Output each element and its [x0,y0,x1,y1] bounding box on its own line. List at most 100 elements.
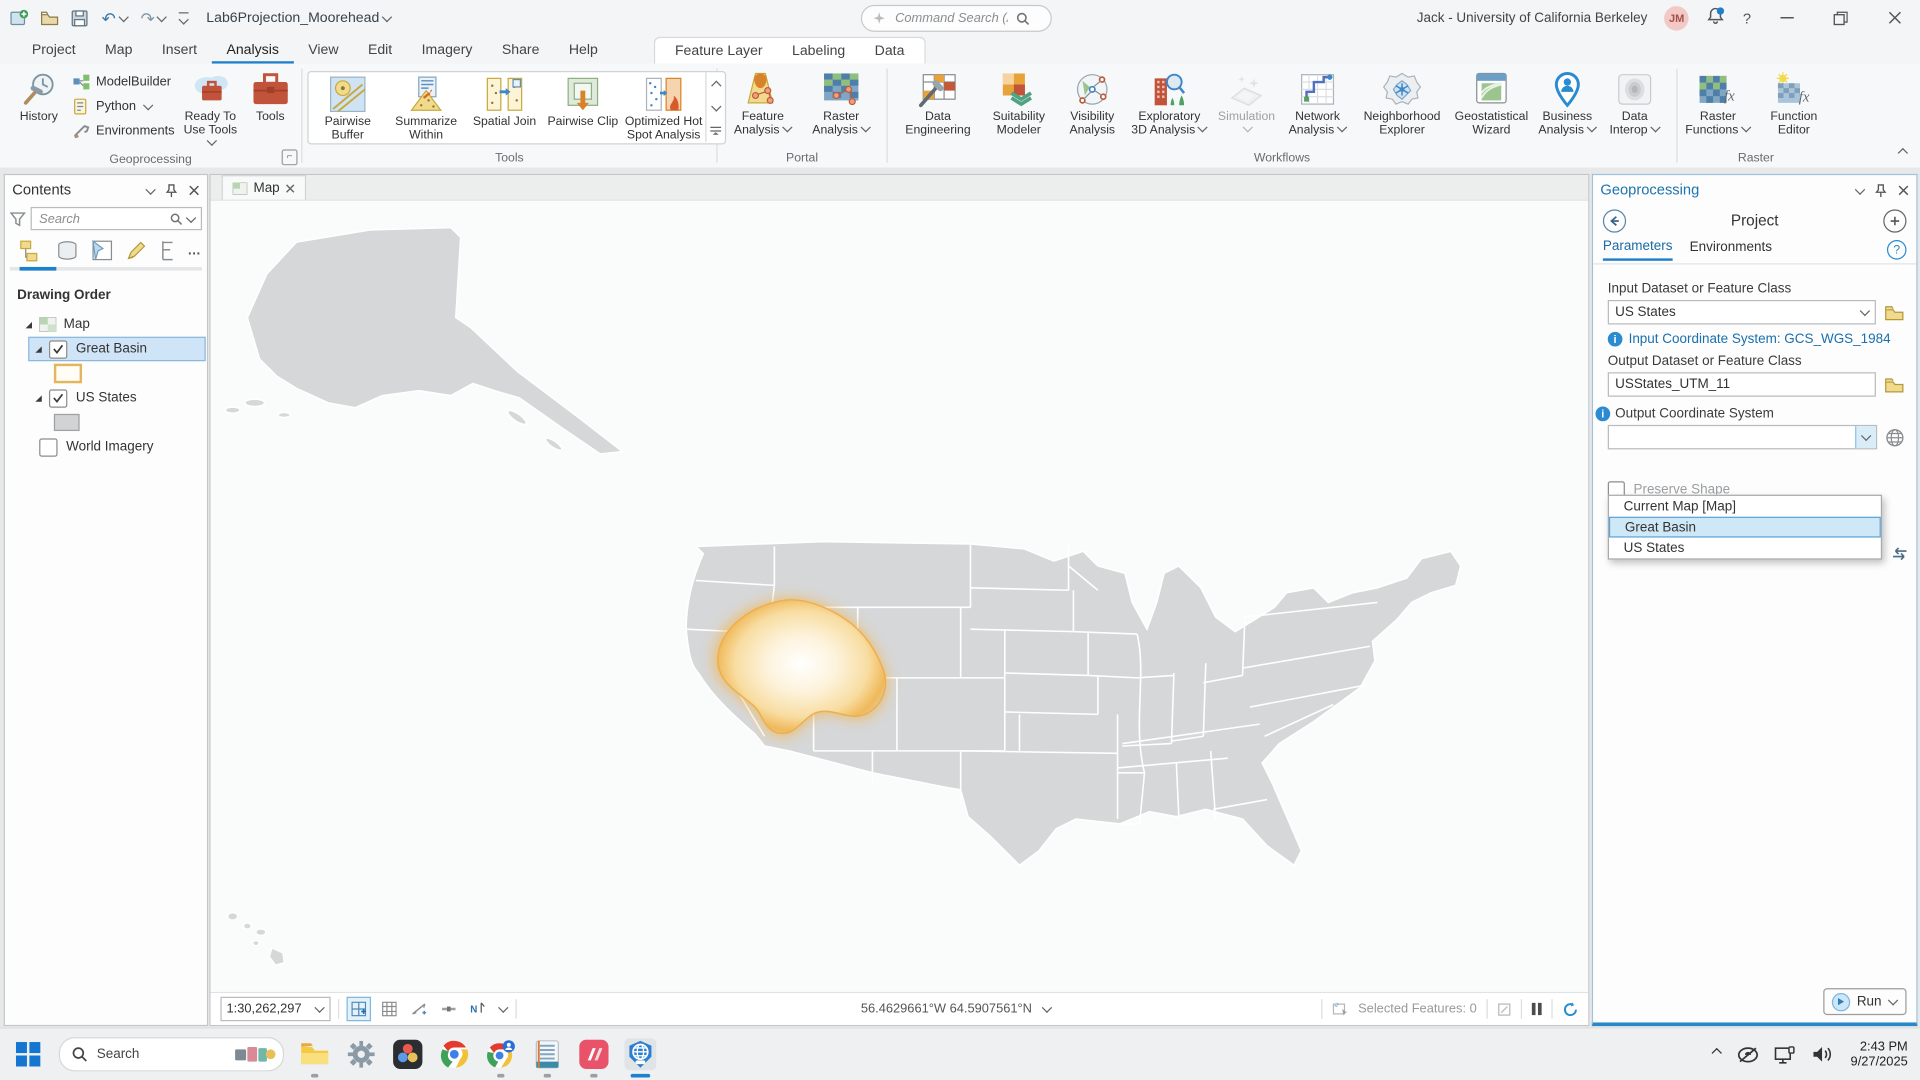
chrome-profile-button[interactable] [485,1038,517,1070]
browse-folder-icon[interactable] [1884,304,1904,320]
pane-menu-icon[interactable] [1855,185,1865,195]
swap-coordinate-icon[interactable] [1891,546,1909,561]
expand-caret-icon[interactable] [24,320,33,329]
tab-edit[interactable]: Edit [353,39,407,63]
input-dataset-combobox[interactable]: US States [1608,300,1876,324]
network-device-icon[interactable] [1775,1045,1797,1063]
list-by-data-source-icon[interactable] [55,240,79,262]
refresh-icon[interactable] [1562,1001,1578,1017]
suitability-modeler-button[interactable]: Suitability Modeler [981,66,1057,137]
media-app-button[interactable] [578,1038,610,1070]
info-icon[interactable]: i [1596,407,1611,422]
customize-qat-icon[interactable] [179,12,189,23]
neighborhood-explorer-button[interactable]: Neighborhood Explorer [1356,66,1449,137]
command-search-input[interactable] [893,10,1011,27]
network-analysis-button[interactable]: Network Analysis [1282,66,1353,137]
taskbar-search[interactable] [59,1037,284,1071]
avatar[interactable]: JM [1664,6,1688,30]
run-options-icon[interactable] [1887,995,1897,1005]
tab-view[interactable]: View [294,39,354,63]
output-cs-combobox[interactable] [1608,425,1877,449]
grid-icon[interactable] [378,998,400,1020]
layer-visibility-checkbox[interactable] [39,438,57,456]
tab-map[interactable]: Map [90,39,147,63]
spatial-join-button[interactable]: Spatial Join [465,72,543,130]
us-states-symbol-row[interactable] [5,410,207,434]
tab-help[interactable]: Help [554,39,612,63]
tab-analysis[interactable]: Analysis [212,39,294,63]
close-button[interactable] [1876,0,1913,36]
minimize-button[interactable] [1768,0,1805,36]
layer-world-imagery[interactable]: World Imagery [5,435,207,459]
tab-environments[interactable]: Environments [1690,240,1772,260]
summarize-within-button[interactable]: Summarize Within [387,72,465,143]
close-tab-icon[interactable] [286,183,296,193]
environments-button[interactable]: Environments [73,121,177,141]
file-explorer-button[interactable] [299,1038,331,1070]
dropdown-option-selected[interactable]: Great Basin [1609,517,1881,538]
optimized-hot-spot-button[interactable]: Optimized Hot Spot Analysis [622,72,705,143]
tab-feature-layer[interactable]: Feature Layer [660,43,777,58]
project-name[interactable]: Lab6Projection_Moorehead [206,10,391,25]
clear-selection-icon[interactable] [1498,1002,1511,1015]
close-pane-icon[interactable] [189,184,200,195]
more-options-icon[interactable]: … [187,244,202,259]
data-engineering-button[interactable]: Data Engineering [898,66,979,137]
taskbar-clock[interactable]: 2:43 PM 9/27/2025 [1851,1040,1908,1069]
privacy-indicator-icon[interactable] [1738,1045,1759,1063]
tray-expand-icon[interactable] [1712,1048,1722,1058]
notebook-app-button[interactable] [531,1038,563,1070]
us-states-symbol-swatch[interactable] [54,414,80,431]
settings-button[interactable] [345,1038,377,1070]
open-project-icon[interactable] [40,9,58,26]
help-icon[interactable]: ? [1743,9,1751,26]
modelbuilder-button[interactable]: ModelBuilder [73,72,177,92]
snap-mode-icon[interactable] [347,997,371,1021]
pane-menu-icon[interactable] [145,185,155,195]
start-button[interactable] [12,1038,44,1070]
list-by-editing-icon[interactable] [126,240,148,262]
signed-in-user[interactable]: Jack - University of California Berkeley [1417,10,1648,25]
pairwise-clip-button[interactable]: Pairwise Clip [544,72,622,130]
chrome-button[interactable] [438,1038,470,1070]
restore-button[interactable] [1822,0,1859,36]
pairwise-buffer-button[interactable]: Pairwise Buffer [309,72,387,143]
filter-icon[interactable] [10,211,26,226]
layer-us-states[interactable]: US States [5,386,207,410]
great-basin-symbol-swatch[interactable] [54,364,82,384]
search-options-icon[interactable] [186,212,196,222]
command-search[interactable] [861,5,1052,32]
arcgis-pro-button[interactable] [624,1038,656,1070]
undo-button[interactable]: ↶ [102,9,129,26]
tool-help-icon[interactable]: ? [1887,240,1907,260]
taskbar-search-input[interactable] [94,1046,226,1063]
tab-project[interactable]: Project [17,39,90,63]
python-button[interactable]: Python [73,97,177,117]
dropdown-option[interactable]: US States [1609,538,1881,559]
history-button[interactable]: History [5,66,73,124]
browse-folder-icon[interactable] [1884,377,1904,393]
layer-visibility-checkbox[interactable] [49,389,67,407]
globe-icon[interactable] [1886,428,1904,446]
tab-labeling[interactable]: Labeling [777,43,860,58]
davinci-resolve-button[interactable] [392,1038,424,1070]
pin-icon[interactable] [1875,183,1887,196]
raster-functions-button[interactable]: fx Raster Functions [1682,66,1753,137]
tools-button[interactable]: Tools [244,66,296,124]
visibility-analysis-button[interactable]: Visibility Analysis [1059,66,1125,137]
map-canvas[interactable] [211,201,1589,992]
layer-visibility-checkbox[interactable] [49,340,67,358]
tab-data[interactable]: Data [860,43,919,58]
notifications-bell-icon[interactable] [1706,6,1726,29]
measure-icon[interactable] [408,998,430,1020]
function-editor-button[interactable]: fx Function Editor [1758,66,1829,137]
status-options-icon[interactable] [498,1003,508,1013]
tab-parameters[interactable]: Parameters [1603,239,1673,261]
add-to-model-icon[interactable] [1883,209,1906,232]
business-analysis-button[interactable]: Business Analysis [1534,66,1600,137]
dialog-launcher-icon[interactable]: ⌐ [282,149,298,165]
contents-search-input[interactable] [37,210,170,227]
redo-button[interactable]: ↷ [140,9,167,26]
save-project-icon[interactable] [71,9,89,26]
map-scale-select[interactable]: 1:30,262,297 [220,997,330,1021]
